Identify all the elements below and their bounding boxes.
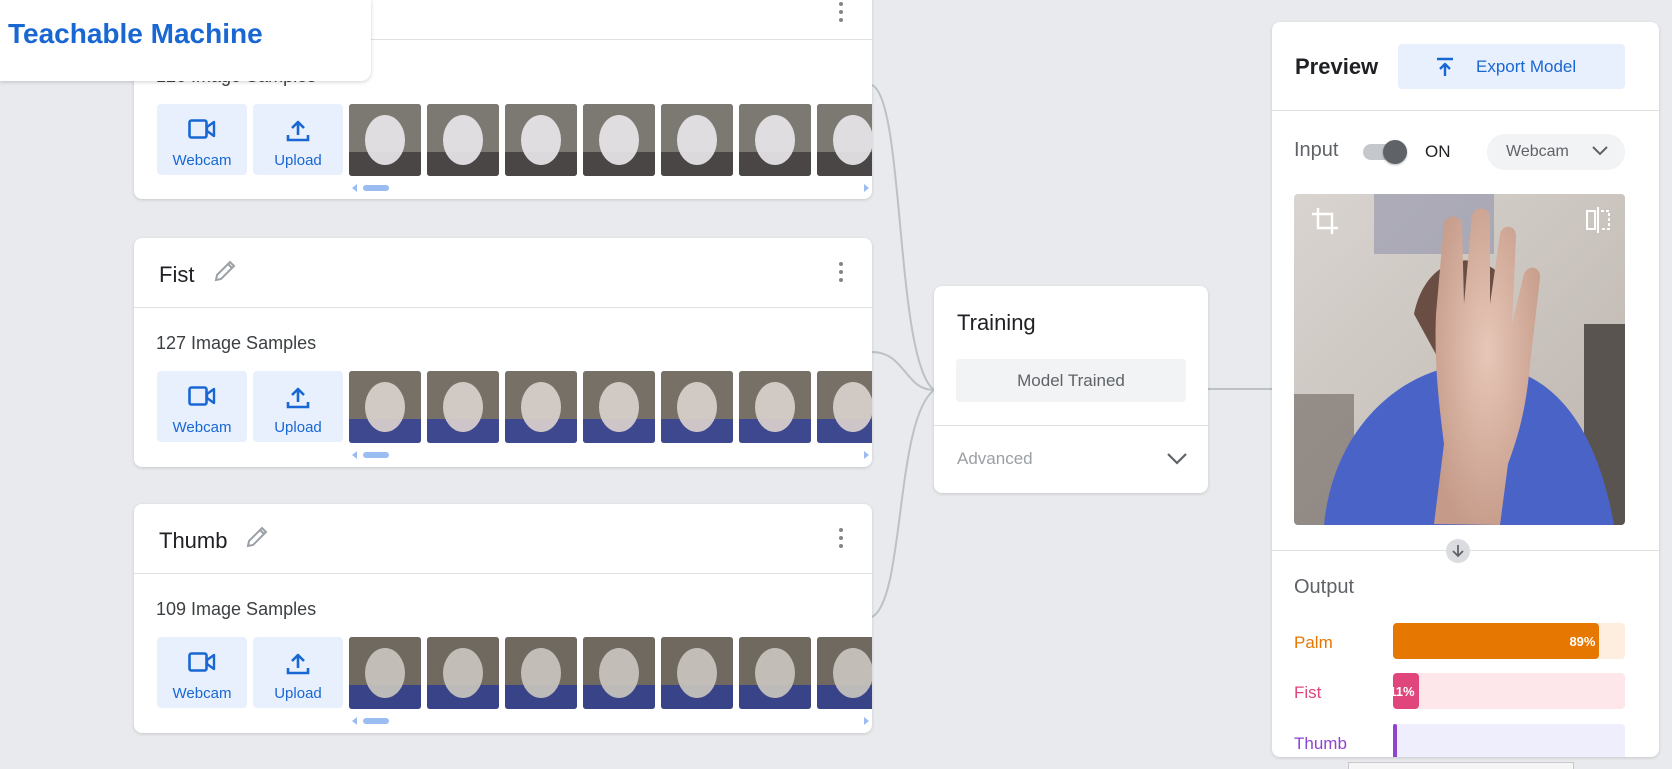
webcam-preview [1294,194,1625,525]
sample-count: 109 Image Samples [156,599,317,619]
export-model-button[interactable]: Export Model [1398,44,1625,89]
sample-thumbnail[interactable] [427,637,499,709]
sample-thumbnail[interactable] [661,104,733,176]
training-panel: Training Model Trained Advanced [934,286,1208,493]
edit-pencil-icon[interactable] [212,258,238,284]
upload-button[interactable]: Upload [253,371,343,442]
sample-thumbnail[interactable] [817,637,872,709]
class-card-thumb: Thumb 109 Image Samples Webcam Upload [134,504,872,733]
sample-thumbnail[interactable] [349,637,421,709]
sample-thumbnail[interactable] [817,104,872,176]
sample-thumbnail[interactable] [739,637,811,709]
thumbnail-scrollbar[interactable] [349,180,872,192]
input-toggle[interactable] [1363,140,1407,164]
arrow-down-icon [1446,539,1470,563]
divider [934,425,1208,426]
class-card-header: Fist [134,238,872,308]
upload-icon [286,653,310,675]
sample-thumbnail[interactable] [739,371,811,443]
more-options-icon[interactable] [838,2,844,24]
class-card-fist: Fist 127 Image Samples Webcam Upload [134,238,872,467]
webcam-frame [1294,194,1625,525]
input-source-select[interactable]: Webcam [1487,134,1625,170]
thumbnail-scrollbar[interactable] [349,713,872,725]
confidence-bar-track [1393,724,1625,757]
output-class-name: Palm [1294,633,1333,652]
training-title: Training [957,310,1036,335]
confidence-bar-fill: 11% [1393,673,1419,709]
sample-thumbnail[interactable] [505,371,577,443]
divider [1272,110,1659,111]
confidence-bar-fill [1393,724,1397,757]
advanced-toggle[interactable]: Advanced [957,449,1033,469]
webcam-button[interactable]: Webcam [157,371,247,442]
class-name[interactable]: Thumb [159,528,227,554]
video-camera-icon [188,119,216,139]
bottom-panel-edge [1348,762,1574,769]
confidence-bar-fill: 89% [1393,623,1600,659]
thumbnail-scrollbar[interactable] [349,447,872,459]
confidence-bar-track: 89% [1393,623,1625,659]
crop-icon[interactable] [1310,206,1340,236]
sample-thumbnail[interactable] [427,104,499,176]
class-card-header: Thumb [134,504,872,574]
webcam-button[interactable]: Webcam [157,637,247,708]
sample-count: 127 Image Samples [156,333,317,353]
input-label: Input [1294,139,1339,161]
toggle-state: ON [1425,142,1451,161]
preview-panel: Preview Export Model Input ON Webcam Out… [1272,22,1659,757]
train-model-button[interactable]: Model Trained [956,359,1186,402]
output-label: Output [1294,576,1355,598]
sample-thumbnail[interactable] [583,104,655,176]
sample-thumbnail[interactable] [349,371,421,443]
class-name[interactable]: Fist [159,262,194,288]
upload-button[interactable]: Upload [253,637,343,708]
sample-thumbnail[interactable] [817,371,872,443]
preview-title: Preview [1295,54,1379,79]
upload-icon [286,120,310,142]
app-title: Teachable Machine [8,18,263,49]
sample-thumbnail[interactable] [661,371,733,443]
sample-thumbnail[interactable] [583,371,655,443]
output-class-name: Fist [1294,683,1322,702]
export-upload-icon [1437,57,1453,76]
output-row-palm: Palm 89% [1294,623,1625,659]
app-logo[interactable]: Teachable Machine [0,0,371,81]
output-row-thumb: Thumb [1294,724,1625,757]
chevron-down-icon[interactable] [1166,452,1188,466]
sample-thumbnail[interactable] [739,104,811,176]
video-camera-icon [188,386,216,406]
sample-thumbnail[interactable] [583,637,655,709]
sample-thumbnail[interactable] [349,104,421,176]
chevron-down-icon [1592,146,1608,156]
edit-pencil-icon[interactable] [244,524,270,550]
sample-thumbnail[interactable] [505,637,577,709]
webcam-button[interactable]: Webcam [157,104,247,175]
flip-horizontal-icon[interactable] [1585,206,1611,234]
video-camera-icon [188,652,216,672]
more-options-icon[interactable] [838,262,844,284]
output-row-fist: Fist 11% [1294,673,1625,709]
upload-icon [286,387,310,409]
output-class-name: Thumb [1294,734,1347,753]
sample-thumbnail[interactable] [505,104,577,176]
sample-thumbnail[interactable] [427,371,499,443]
confidence-bar-track: 11% [1393,673,1625,709]
sample-thumbnail[interactable] [661,637,733,709]
upload-button[interactable]: Upload [253,104,343,175]
more-options-icon[interactable] [838,528,844,550]
